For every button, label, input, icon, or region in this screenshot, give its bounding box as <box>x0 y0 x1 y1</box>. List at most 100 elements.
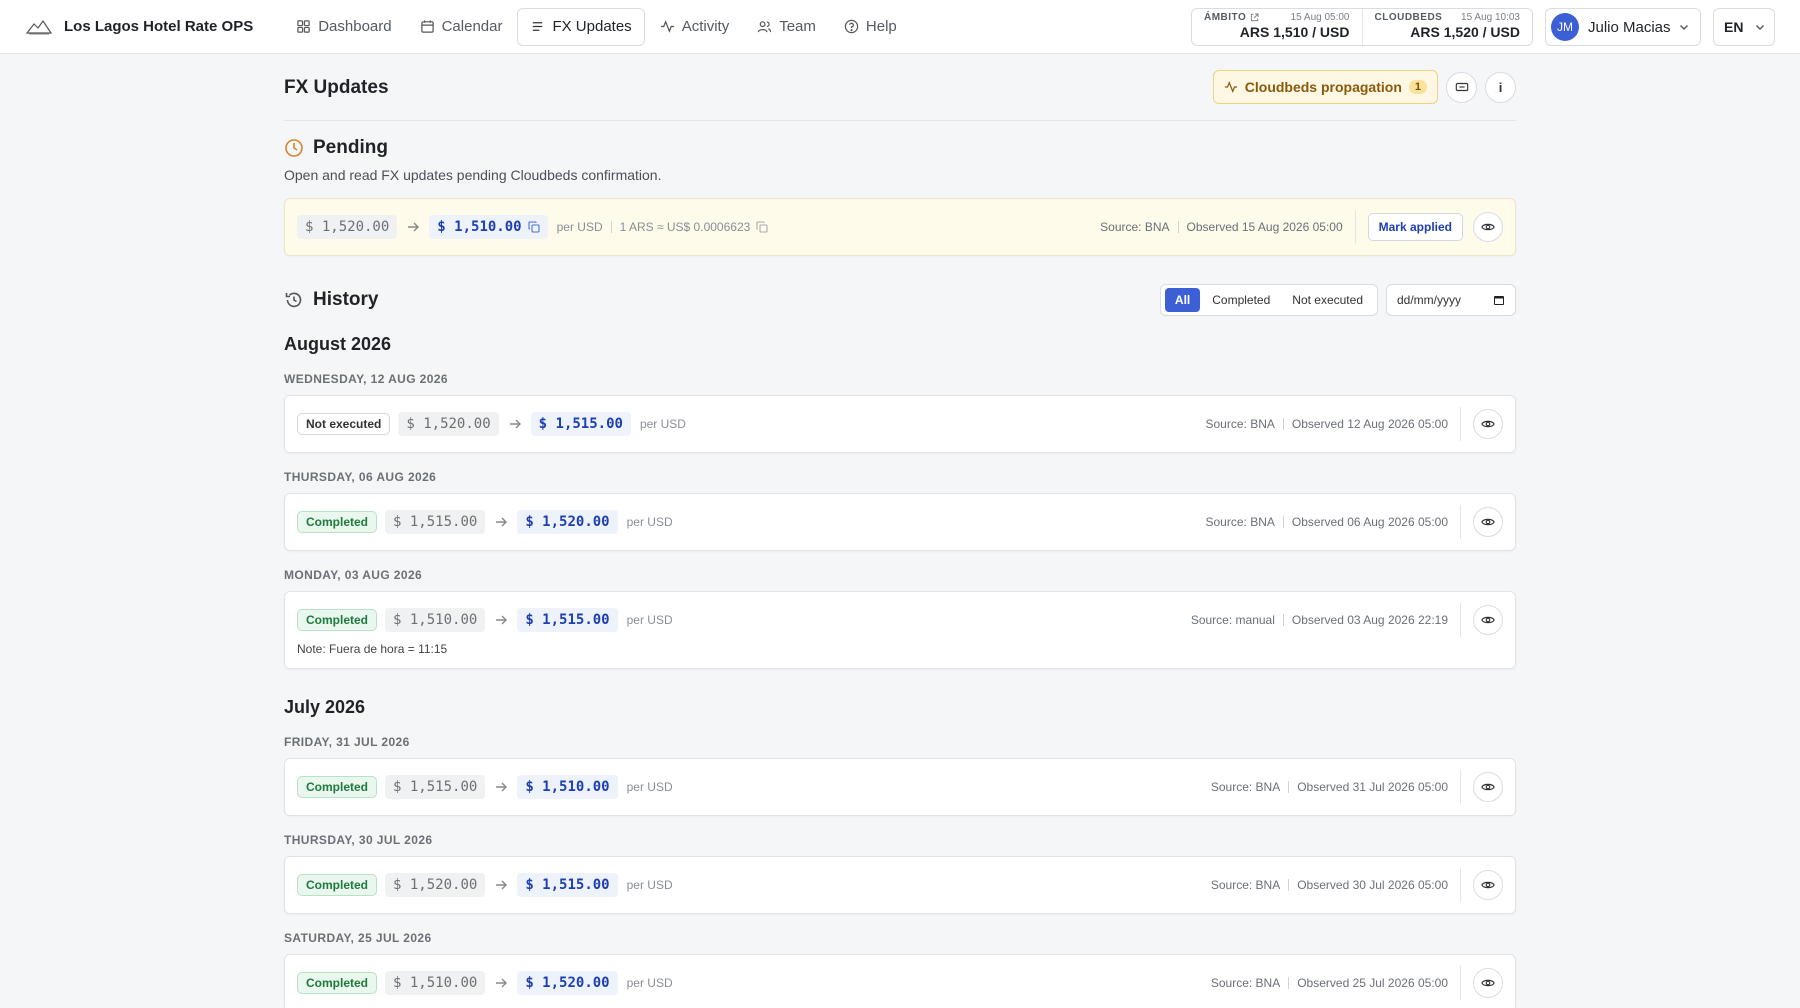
nav-calendar[interactable]: Calendar <box>407 8 516 46</box>
chevron-down-icon <box>1756 25 1764 30</box>
history-header: History All Completed Not executed dd/mm… <box>284 280 1516 320</box>
view-button[interactable] <box>1473 409 1503 439</box>
divider <box>610 221 612 233</box>
rate-time: 15 Aug 10:03 <box>1461 12 1520 23</box>
observed: Observed 06 Aug 2026 05:00 <box>1291 515 1448 529</box>
main-content: FX Updates Cloudbeds propagation 1 i Pen… <box>284 54 1516 1008</box>
day-heading: MONDAY, 03 AUG 2026 <box>284 568 423 582</box>
nav-activity[interactable]: Activity <box>647 8 743 46</box>
list-icon <box>533 22 543 31</box>
new-rate: $ 1,520.00 <box>517 971 618 995</box>
filter-all[interactable]: All <box>1164 288 1201 312</box>
source: Source: BNA <box>1205 417 1275 431</box>
divider <box>1288 977 1290 989</box>
user-menu[interactable]: JM Julio Macias <box>1545 8 1701 46</box>
rate-label: CLOUDBEDS <box>1374 12 1443 23</box>
view-button[interactable] <box>1473 968 1503 998</box>
help-icon <box>844 19 859 34</box>
calendar-icon <box>1494 296 1504 305</box>
eye-icon <box>1481 881 1495 889</box>
entry-note: Note: Fuera de hora = 11:15 <box>297 642 448 656</box>
month-heading: August 2026 <box>284 334 392 354</box>
per-unit: per USD <box>639 417 686 431</box>
history-entry: Completed $ 1,515.00 $ 1,510.00 per USD … <box>284 758 1516 816</box>
divider <box>1282 516 1284 528</box>
pending-description: Open and read FX updates pending Cloudbe… <box>284 167 662 183</box>
rate-time: 15 Aug 05:00 <box>1290 12 1350 23</box>
external-link-icon <box>1251 13 1259 22</box>
history-icon <box>285 292 302 308</box>
old-rate: $ 1,520.00 <box>385 873 486 897</box>
ticket-icon <box>1455 82 1468 92</box>
month-heading: July 2026 <box>284 697 366 717</box>
rate-cloudbeds[interactable]: CLOUDBEDS 15 Aug 10:03 ARS 1,520 / USD <box>1361 9 1533 45</box>
copy-icon[interactable] <box>528 221 540 233</box>
mark-applied-button[interactable]: Mark applied <box>1367 213 1463 241</box>
view-button[interactable] <box>1473 772 1503 802</box>
nav-label: Activity <box>681 18 730 35</box>
nav-fx-updates[interactable]: FX Updates <box>517 7 645 46</box>
eye-icon <box>1481 979 1495 987</box>
arrow-right-icon <box>496 517 508 527</box>
history-heading: History <box>284 289 378 311</box>
day-heading: THURSDAY, 30 JUL 2026 <box>284 833 433 847</box>
cloudbeds-propagation-button[interactable]: Cloudbeds propagation 1 <box>1212 70 1438 104</box>
arrow-right-icon <box>496 978 508 988</box>
view-button[interactable] <box>1473 870 1503 900</box>
pending-heading: Pending <box>284 137 1516 159</box>
activity-icon <box>660 20 674 33</box>
observed: Observed 25 Jul 2026 05:00 <box>1297 976 1448 990</box>
status-badge: Completed <box>297 511 378 533</box>
per-unit: per USD <box>626 613 673 627</box>
nav-label: Help <box>865 18 897 35</box>
source: Source: BNA <box>1210 780 1281 794</box>
filter-completed[interactable]: Completed <box>1202 288 1280 312</box>
old-rate: $ 1,515.00 <box>385 775 486 799</box>
inverse-rate: 1 ARS ≈ US$ 0.0006623 <box>620 220 769 234</box>
language-select[interactable]: EN <box>1713 8 1775 46</box>
rate-label: ÁMBITO <box>1204 12 1247 23</box>
nav-team[interactable]: Team <box>744 8 829 46</box>
source: Source: BNA <box>1210 976 1281 990</box>
brand[interactable]: Los Lagos Hotel Rate OPS <box>26 18 253 36</box>
history-entry: Not executed $ 1,520.00 $ 1,515.00 per U… <box>284 395 1516 453</box>
divider <box>1460 770 1461 804</box>
date-filter-input[interactable]: dd/mm/yyyy <box>1386 284 1516 316</box>
old-rate: $ 1,520.00 <box>398 412 499 436</box>
nav-dashboard[interactable]: Dashboard <box>283 8 404 46</box>
day-heading: FRIDAY, 31 JUL 2026 <box>284 735 410 749</box>
observed: Observed 03 Aug 2026 22:19 <box>1291 613 1448 627</box>
source: Source: BNA <box>1210 878 1281 892</box>
view-button[interactable] <box>1473 212 1503 242</box>
new-rate: $ 1,515.00 <box>517 608 618 632</box>
arrow-right-icon <box>496 880 508 890</box>
activity-icon <box>1224 80 1237 94</box>
view-button[interactable] <box>1473 605 1503 635</box>
main-nav: Dashboard Calendar FX Updates Activity T… <box>283 7 910 46</box>
view-button[interactable] <box>1473 507 1503 537</box>
divider <box>1460 966 1461 1000</box>
history-entry: Completed $ 1,515.00 $ 1,520.00 per USD … <box>284 493 1516 551</box>
divider <box>1460 407 1461 441</box>
rate-card-button[interactable] <box>1446 71 1477 103</box>
divider <box>1460 603 1461 637</box>
copy-icon[interactable] <box>756 221 768 233</box>
filter-not-executed[interactable]: Not executed <box>1282 288 1373 312</box>
status-badge: Completed <box>297 874 378 896</box>
arrow-right-icon <box>408 222 420 232</box>
nav-label: Team <box>779 18 816 35</box>
eye-icon <box>1481 420 1495 428</box>
observed: Observed 15 Aug 2026 05:00 <box>1186 220 1343 234</box>
users-icon <box>758 21 772 33</box>
info-button[interactable]: i <box>1485 71 1516 103</box>
eye-icon <box>1481 783 1495 791</box>
divider <box>1177 221 1179 233</box>
pending-card: $ 1,520.00 $ 1,510.00 per USD 1 ARS ≈ US… <box>284 198 1516 256</box>
per-unit: per USD <box>626 780 673 794</box>
observed: Observed 12 Aug 2026 05:00 <box>1291 417 1448 431</box>
old-rate: $ 1,510.00 <box>385 608 486 632</box>
new-rate-value: $ 1,510.00 <box>437 219 522 235</box>
rate-ambito[interactable]: ÁMBITO 15 Aug 05:00 ARS 1,510 / USD <box>1192 9 1362 45</box>
status-filter: All Completed Not executed <box>1159 284 1378 316</box>
nav-help[interactable]: Help <box>831 8 910 46</box>
